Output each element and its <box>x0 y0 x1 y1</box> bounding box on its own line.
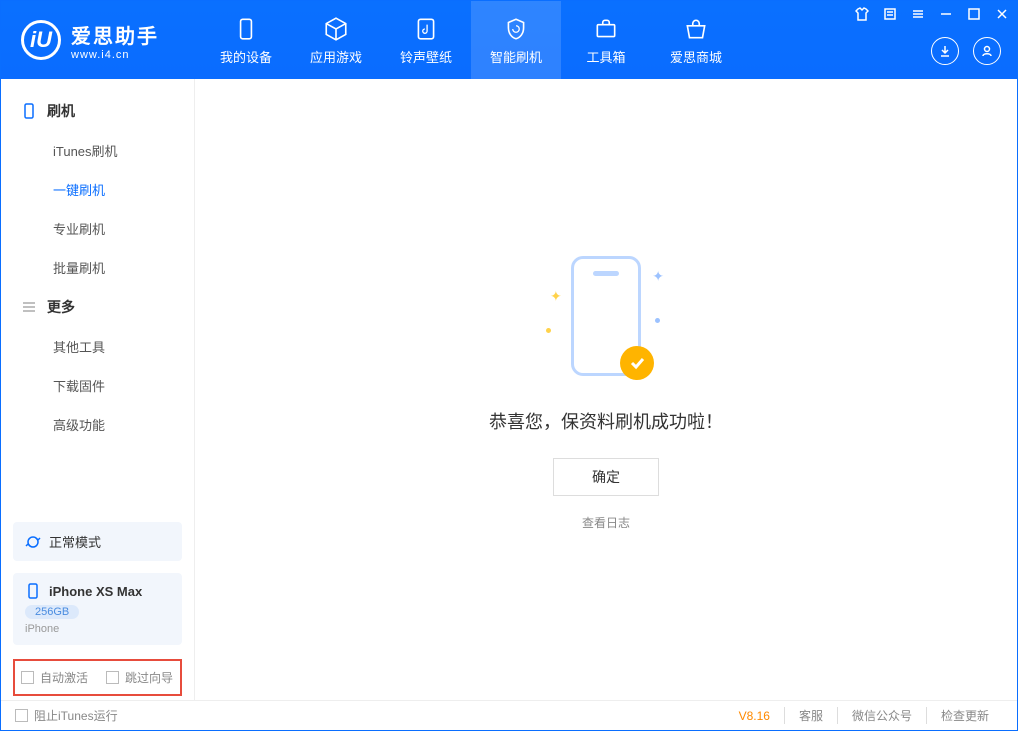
tab-label: 工具箱 <box>586 47 625 66</box>
music-file-icon <box>412 15 440 43</box>
logo-icon: iU <box>21 20 61 60</box>
phone-small-icon <box>25 583 41 599</box>
sidebar-item-other-tools[interactable]: 其他工具 <box>1 327 194 366</box>
group-title: 更多 <box>47 297 75 317</box>
tab-ringtone-wallpaper[interactable]: 铃声壁纸 <box>381 1 471 79</box>
main-content: ✦ ✦ 恭喜您，保资料刷机成功啦！ 确定 查看日志 <box>195 79 1017 700</box>
device-mode-panel[interactable]: 正常模式 <box>13 522 182 561</box>
checkbox-icon <box>106 671 119 684</box>
app-subtitle: www.i4.cn <box>71 49 159 61</box>
list-icon <box>21 299 37 315</box>
tab-label: 铃声壁纸 <box>400 47 452 66</box>
check-badge-icon <box>620 346 654 380</box>
sparkle-icon: ✦ <box>550 288 562 305</box>
sidebar-item-batch-flash[interactable]: 批量刷机 <box>1 248 194 287</box>
header-bar: iU 爱思助手 www.i4.cn 我的设备 应用游戏 铃声壁纸 智能刷机 工具… <box>1 1 1017 79</box>
tab-label: 我的设备 <box>220 47 272 66</box>
sparkle-icon: ✦ <box>652 268 664 285</box>
device-icon <box>232 15 260 43</box>
app-title: 爱思助手 <box>71 20 159 49</box>
capacity-badge: 256GB <box>25 605 79 619</box>
menu-icon[interactable] <box>911 7 925 21</box>
tab-label: 应用游戏 <box>310 47 362 66</box>
logo-section: iU 爱思助手 www.i4.cn <box>1 20 201 61</box>
dot-icon <box>546 328 551 333</box>
sidebar-group-flash: 刷机 <box>1 91 194 131</box>
checkbox-icon <box>15 709 28 722</box>
window-controls <box>855 7 1009 21</box>
note-icon[interactable] <box>883 7 897 21</box>
success-illustration: ✦ ✦ <box>546 248 666 388</box>
toolbox-icon <box>592 15 620 43</box>
tab-my-device[interactable]: 我的设备 <box>201 1 291 79</box>
tab-shop[interactable]: 爱思商城 <box>651 1 741 79</box>
footer-link-wechat[interactable]: 微信公众号 <box>837 707 926 724</box>
tab-label: 智能刷机 <box>490 47 542 66</box>
checkbox-auto-activate[interactable]: 自动激活 <box>21 669 88 686</box>
footer-link-update[interactable]: 检查更新 <box>926 707 1003 724</box>
close-button[interactable] <box>995 7 1009 21</box>
view-log-link[interactable]: 查看日志 <box>582 514 630 531</box>
sidebar: 刷机 iTunes刷机 一键刷机 专业刷机 批量刷机 更多 其他工具 下载固件 … <box>1 79 195 700</box>
group-title: 刷机 <box>47 101 75 121</box>
checkbox-block-itunes[interactable]: 阻止iTunes运行 <box>15 707 118 724</box>
nav-tabs: 我的设备 应用游戏 铃声壁纸 智能刷机 工具箱 爱思商城 <box>201 1 741 79</box>
download-icon[interactable] <box>931 37 959 65</box>
checkbox-skip-guide[interactable]: 跳过向导 <box>106 669 173 686</box>
user-icon[interactable] <box>973 37 1001 65</box>
shield-refresh-icon <box>502 15 530 43</box>
tab-toolbox[interactable]: 工具箱 <box>561 1 651 79</box>
shirt-icon[interactable] <box>855 7 869 21</box>
checkbox-label: 阻止iTunes运行 <box>34 707 118 724</box>
header-action-icons <box>931 37 1001 65</box>
footer-link-support[interactable]: 客服 <box>784 707 837 724</box>
checkbox-label: 跳过向导 <box>125 669 173 686</box>
maximize-button[interactable] <box>967 7 981 21</box>
checkbox-icon <box>21 671 34 684</box>
device-type: iPhone <box>25 623 170 635</box>
bottom-options-box: 自动激活 跳过向导 <box>13 659 182 696</box>
sidebar-item-itunes-flash[interactable]: iTunes刷机 <box>1 131 194 170</box>
tab-label: 爱思商城 <box>670 47 722 66</box>
sidebar-item-pro-flash[interactable]: 专业刷机 <box>1 209 194 248</box>
shop-icon <box>682 15 710 43</box>
cube-icon <box>322 15 350 43</box>
ok-button[interactable]: 确定 <box>553 458 659 496</box>
tab-apps-games[interactable]: 应用游戏 <box>291 1 381 79</box>
mode-label: 正常模式 <box>49 532 101 551</box>
tab-smart-flash[interactable]: 智能刷机 <box>471 1 561 79</box>
sidebar-item-advanced[interactable]: 高级功能 <box>1 405 194 444</box>
checkbox-label: 自动激活 <box>40 669 88 686</box>
device-name: iPhone XS Max <box>49 584 142 599</box>
dot-icon <box>655 318 660 323</box>
success-message: 恭喜您，保资料刷机成功啦！ <box>489 408 723 434</box>
sidebar-item-oneclick-flash[interactable]: 一键刷机 <box>1 170 194 209</box>
footer-bar: 阻止iTunes运行 V8.16 客服 微信公众号 检查更新 <box>1 700 1017 730</box>
sidebar-group-more: 更多 <box>1 287 194 327</box>
sidebar-item-download-firmware[interactable]: 下载固件 <box>1 366 194 405</box>
version-label: V8.16 <box>739 709 784 723</box>
minimize-button[interactable] <box>939 7 953 21</box>
sync-icon <box>25 534 41 550</box>
phone-icon <box>21 103 37 119</box>
device-info-panel[interactable]: iPhone XS Max 256GB iPhone <box>13 573 182 645</box>
